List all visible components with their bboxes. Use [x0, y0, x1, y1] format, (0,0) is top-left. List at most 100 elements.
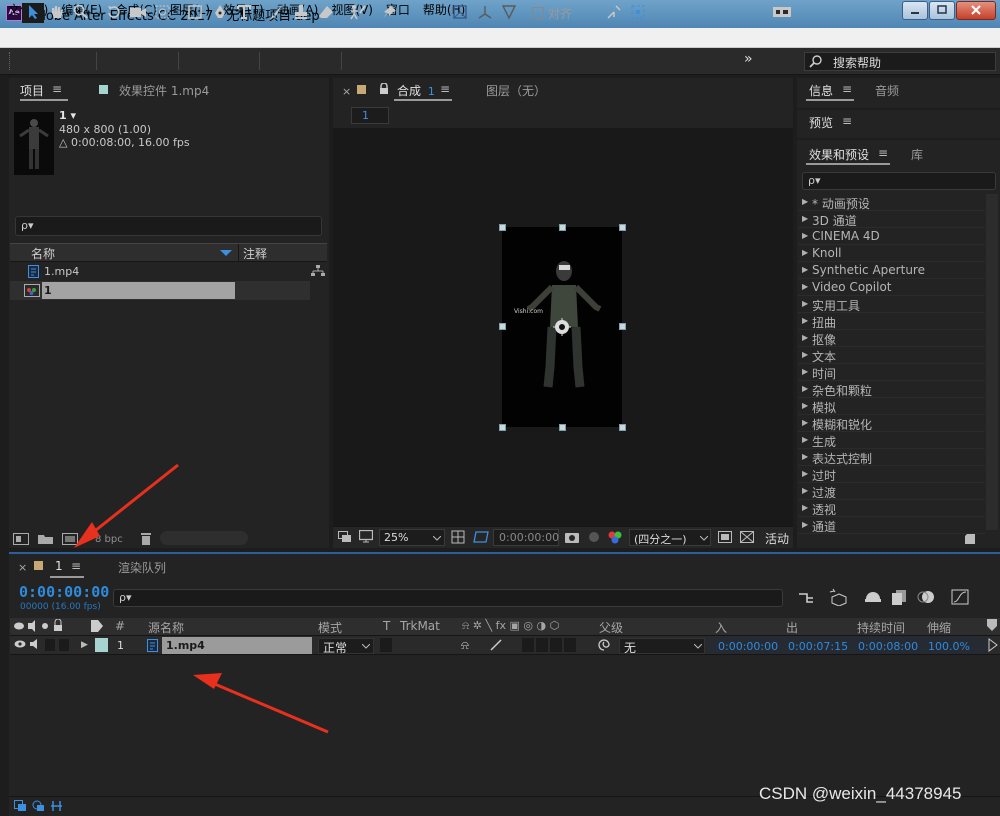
clone-stamp-tool[interactable]: [290, 3, 312, 23]
effects-category-item[interactable]: ▶ 时间: [798, 364, 985, 381]
effects-category-item[interactable]: ▶ 模拟: [798, 398, 985, 415]
viewer-timecode[interactable]: 0:00:00:00: [493, 529, 559, 546]
toggle-transfer-controls-icon[interactable]: [32, 800, 45, 812]
column-stretch[interactable]: 伸缩: [927, 619, 951, 636]
close-tab-icon[interactable]: ×: [18, 561, 27, 574]
lock-icon[interactable]: [379, 83, 389, 95]
snap-edges-button[interactable]: [603, 3, 625, 23]
monitor-icon[interactable]: [359, 530, 373, 543]
layer-in-point[interactable]: 0:00:00:00: [718, 640, 778, 653]
panel-menu-icon[interactable]: ≡: [878, 146, 888, 160]
expand-triangle-icon[interactable]: ▶: [802, 316, 808, 325]
selection-tool[interactable]: [22, 3, 44, 23]
graph-editor-icon[interactable]: [951, 589, 969, 605]
blend-mode-dropdown[interactable]: 正常: [318, 638, 374, 655]
rotation-tool[interactable]: [103, 3, 125, 23]
effects-category-item[interactable]: ▶ 通道: [798, 517, 985, 534]
column-mode[interactable]: 模式: [318, 619, 342, 636]
magnification-dropdown[interactable]: 25%: [379, 529, 445, 546]
new-composition-icon[interactable]: [62, 533, 78, 545]
lock-switch[interactable]: [59, 639, 69, 651]
layer-name-field[interactable]: 1.mp4: [162, 637, 312, 654]
column-name[interactable]: 名称: [31, 245, 55, 262]
current-time-display[interactable]: 0:00:00:00: [19, 583, 109, 601]
expand-triangle-icon[interactable]: ▶: [802, 248, 808, 257]
preserve-transparency-switch[interactable]: [380, 638, 392, 652]
transform-handle[interactable]: [619, 323, 626, 330]
brush-tool[interactable]: [265, 3, 287, 23]
transform-handle[interactable]: [619, 224, 626, 231]
comp-mini-flowchart-icon[interactable]: [797, 590, 815, 606]
snap-features-button[interactable]: [627, 3, 649, 23]
effects-category-item[interactable]: ▶ 实用工具: [798, 296, 985, 313]
tab-library[interactable]: 库: [911, 146, 923, 163]
transform-handle[interactable]: [559, 424, 566, 431]
effects-scrollbar[interactable]: [986, 194, 998, 530]
expand-triangle-icon[interactable]: ▶: [802, 299, 808, 308]
tab-layer[interactable]: 图层（无）: [486, 82, 546, 99]
column-trkmat[interactable]: TrkMat: [400, 619, 440, 633]
expand-triangle-icon[interactable]: ▶: [802, 231, 808, 240]
roto-brush-tool[interactable]: [347, 3, 369, 23]
effects-search-input[interactable]: [802, 172, 996, 190]
tab-preview[interactable]: 预览: [809, 114, 833, 131]
transform-handle[interactable]: [499, 323, 506, 330]
panel-menu-icon[interactable]: ≡: [52, 82, 62, 96]
snapshot-camera-icon[interactable]: [565, 531, 579, 543]
draft-3d-icon[interactable]: [829, 588, 849, 606]
column-parent[interactable]: 父级: [599, 619, 623, 636]
transform-handle[interactable]: [499, 424, 506, 431]
expand-triangle-icon[interactable]: ▶: [802, 265, 808, 274]
current-time-indicator-icon[interactable]: [985, 638, 999, 652]
pan-behind-tool[interactable]: [152, 3, 174, 23]
timeline-search-input[interactable]: [113, 589, 783, 607]
maximize-button[interactable]: [929, 1, 955, 20]
expand-triangle-icon[interactable]: ▶: [802, 197, 808, 206]
effects-category-item[interactable]: ▶ Synthetic Aperture: [798, 262, 985, 279]
effects-category-item[interactable]: ▶ 生成: [798, 432, 985, 449]
active-camera-dropdown[interactable]: 活动: [765, 530, 789, 547]
panel-menu-icon[interactable]: ≡: [842, 82, 852, 96]
audio-speaker-icon[interactable]: [29, 638, 41, 650]
parent-pick-whip-icon[interactable]: [597, 638, 611, 652]
tab-render-queue[interactable]: 渲染队列: [118, 559, 166, 576]
hide-shy-layers-icon[interactable]: [864, 589, 882, 605]
rectangle-tool[interactable]: [184, 3, 206, 23]
expand-triangle-icon[interactable]: ▶: [802, 282, 808, 291]
column-in[interactable]: 入: [715, 619, 727, 636]
workspace-button[interactable]: [771, 3, 793, 23]
expand-triangle-icon[interactable]: ▶: [802, 452, 808, 461]
tab-effects-presets[interactable]: 效果和预设: [809, 146, 869, 163]
anchor-point-icon[interactable]: [553, 318, 571, 336]
column-t[interactable]: T: [383, 619, 390, 633]
tab-effect-controls[interactable]: 效果控件 1.mp4: [119, 82, 209, 99]
effects-category-item[interactable]: ▶ 杂色和颗粒: [798, 381, 985, 398]
column-comment[interactable]: 注释: [243, 245, 267, 262]
tab-composition[interactable]: 合成 1: [397, 82, 435, 99]
panel-menu-icon[interactable]: ≡: [440, 82, 450, 96]
close-window-button[interactable]: [956, 1, 996, 20]
toggle-layer-switches-icon[interactable]: [14, 800, 27, 812]
tab-timeline-composition[interactable]: 1: [55, 559, 63, 573]
world-axis-mode-button[interactable]: [474, 3, 496, 23]
project-search-input[interactable]: [15, 216, 322, 236]
effects-category-item[interactable]: ▶ Knoll: [798, 245, 985, 262]
expand-triangle-icon[interactable]: ▶: [802, 214, 808, 223]
expand-triangle-icon[interactable]: ▶: [802, 435, 808, 444]
expand-triangle-icon[interactable]: ▶: [802, 486, 808, 495]
expand-layer-triangle[interactable]: ▶: [81, 640, 88, 650]
effects-category-item[interactable]: ▶ 透视: [798, 500, 985, 517]
resolution-dropdown[interactable]: (四分之一): [629, 529, 711, 546]
sort-down-icon[interactable]: [220, 250, 232, 257]
shy-switch[interactable]: ⍾: [461, 638, 469, 653]
column-switches[interactable]: ⍾ ✲ ╲ fx ▣ ◎ ◑ ⬡: [462, 619, 559, 633]
trash-icon[interactable]: [140, 532, 152, 545]
tab-project[interactable]: 项目: [20, 82, 44, 99]
project-scrollbar[interactable]: [160, 531, 248, 545]
color-channels-icon[interactable]: [607, 530, 623, 544]
layer-stretch[interactable]: 100.0%: [928, 640, 970, 653]
pen-tool[interactable]: [209, 3, 231, 23]
view-axis-mode-button[interactable]: [498, 3, 520, 23]
motion-blur-icon[interactable]: [917, 589, 935, 605]
effects-category-item[interactable]: ▶ 3D 通道: [798, 211, 985, 228]
